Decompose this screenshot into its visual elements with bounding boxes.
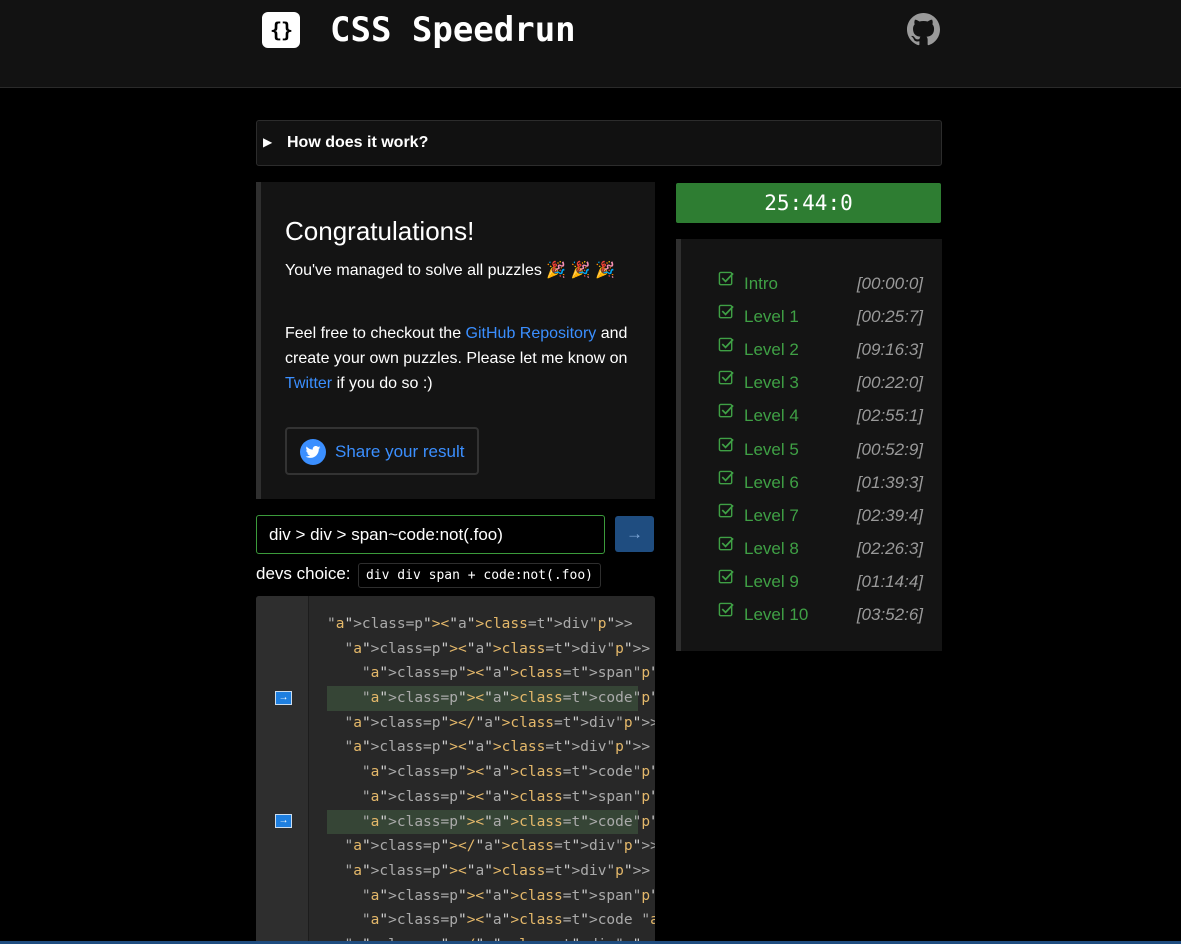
level-time: [01:39:3]	[856, 472, 923, 492]
level-item[interactable]: Level 5 [00:52:9]	[718, 437, 923, 461]
paragraph-text: Feel free to checkout the	[285, 325, 466, 342]
level-time: [09:16:3]	[856, 340, 923, 360]
level-time: [02:26:3]	[856, 538, 923, 558]
checkbox-checked-icon	[718, 503, 734, 518]
site-header: {} CSS Speedrun	[0, 0, 1181, 88]
level-item[interactable]: Intro [00:00:0]	[718, 271, 923, 295]
logo-icon[interactable]: {}	[262, 12, 300, 48]
checkbox-checked-icon	[718, 536, 734, 551]
code-line: "a">class=p"><"a">class=t">span"p">>"a">…	[361, 887, 655, 904]
level-name: Intro	[744, 274, 779, 293]
level-name: Level 10	[744, 605, 809, 624]
share-result-button[interactable]: Share your result	[285, 427, 479, 475]
code-line: "a">class=p"><"a">class=t">div"p">>	[344, 739, 651, 756]
congratulations-panel: Congratulations! You've managed to solve…	[256, 182, 655, 499]
level-time: [03:52:6]	[856, 605, 923, 624]
submit-selector-button[interactable]: →	[615, 516, 654, 552]
html-code-panel: → → "a">class=p"><"a">class=t">div"p">> …	[256, 596, 655, 944]
level-time: [02:39:4]	[856, 505, 923, 525]
checkbox-checked-icon	[718, 371, 734, 385]
level-time: [01:14:4]	[856, 571, 923, 591]
site-title[interactable]: CSS Speedrun	[330, 10, 576, 50]
level-item[interactable]: Level 1 [00:25:7]	[718, 304, 923, 328]
level-item[interactable]: Level 10 [03:52:6]	[718, 602, 923, 626]
how-it-works-label: How does it work?	[287, 134, 429, 151]
arrow-right-icon: →	[626, 524, 643, 543]
level-name: Level 1	[744, 307, 799, 327]
code-gutter: → →	[256, 596, 309, 944]
level-item[interactable]: Level 6 [01:39:3]	[718, 470, 923, 494]
paragraph-text: if you do so :)	[332, 375, 433, 392]
css-selector-input[interactable]	[256, 515, 605, 554]
match-marker-icon: →	[275, 814, 292, 828]
github-icon[interactable]	[907, 13, 940, 46]
level-item[interactable]: Level 9 [01:14:4]	[718, 569, 923, 593]
congrats-links-paragraph: Feel free to checkout the GitHub Reposit…	[285, 321, 635, 396]
level-item[interactable]: Level 8 [02:26:3]	[718, 536, 923, 560]
level-list: Intro [00:00:0] Level 1 [00:25:7] Level 2 [09…	[676, 239, 942, 651]
code-line: "a">class=p"><"a">class=t">code"p">>"a">…	[327, 809, 655, 835]
how-it-works-toggle[interactable]: ▶ How does it work?	[256, 120, 942, 166]
level-name: Level 9	[744, 571, 799, 591]
congrats-heading: Congratulations!	[285, 216, 475, 246]
level-time: [00:25:7]	[856, 307, 923, 327]
disclosure-triangle-icon: ▶	[263, 135, 273, 149]
code-line: "a">class=p"><"a">class=t">div"p">>	[344, 640, 651, 657]
level-name: Level 3	[744, 373, 799, 393]
level-name: Level 8	[744, 538, 799, 558]
code-line: "a">class=p"><"a">class=t">div"p">>	[344, 862, 651, 879]
level-name: Level 5	[744, 439, 799, 459]
devs-choice-code: div div span + code:not(.foo)	[358, 563, 601, 588]
code-line: "a">class=p"><"a">class=t">code "a">clas…	[361, 912, 655, 929]
congrats-message: You've managed to solve all puzzles 🎉 🎉 …	[285, 262, 615, 279]
github-repository-link[interactable]: GitHub Repository	[466, 325, 597, 342]
share-result-label: Share your result	[335, 442, 465, 461]
checkbox-checked-icon	[718, 271, 734, 286]
level-item[interactable]: Level 7 [02:39:4]	[718, 503, 923, 527]
checkbox-checked-icon	[718, 337, 734, 352]
level-time: [02:55:1]	[856, 406, 923, 426]
devs-choice-label: devs choice:	[256, 564, 351, 583]
checkbox-checked-icon	[718, 404, 734, 418]
code-line: "a">class=p"></"a">class=t">div"p">>	[344, 838, 655, 855]
code-line: "a">class=p"><"a">class=t">code"p">>"a">…	[327, 686, 655, 711]
level-time: [00:52:9]	[856, 439, 923, 459]
level-name: Level 7	[744, 505, 799, 525]
level-item[interactable]: Level 2 [09:16:3]	[718, 337, 923, 361]
level-time: [00:00:0]	[856, 274, 923, 293]
checkbox-checked-icon	[718, 602, 734, 617]
checkbox-checked-icon	[718, 569, 734, 584]
level-item[interactable]: Level 3 [00:22:0]	[718, 370, 923, 394]
checkbox-checked-icon	[718, 304, 734, 319]
code-line: "a">class=p"><"a">class=t">div"p">>	[327, 616, 633, 632]
level-item[interactable]: Level 4 [02:55:1]	[718, 403, 923, 427]
match-marker-icon: →	[275, 691, 292, 705]
code-line: "a">class=p"><"a">class=t">span"p">>"a">…	[361, 665, 655, 682]
speedrun-timer: 25:44:0	[676, 183, 941, 223]
checkbox-checked-icon	[718, 437, 734, 451]
twitter-bird-icon	[300, 439, 326, 465]
level-name: Level 6	[744, 472, 799, 492]
code-line: "a">class=p"><"a">class=t">span"p">>"a">…	[361, 788, 655, 805]
level-name: Level 4	[744, 406, 799, 426]
checkbox-checked-icon	[718, 470, 734, 484]
code-lines: "a">class=p"><"a">class=t">div"p">> "a">…	[327, 612, 655, 944]
level-name: Level 2	[744, 340, 799, 360]
level-time: [00:22:0]	[856, 373, 923, 393]
code-line: "a">class=p"><"a">class=t">code"p">>"a">…	[361, 764, 655, 781]
code-line: "a">class=p"></"a">class=t">div"p">>	[344, 714, 655, 731]
twitter-link[interactable]: Twitter	[285, 375, 332, 392]
